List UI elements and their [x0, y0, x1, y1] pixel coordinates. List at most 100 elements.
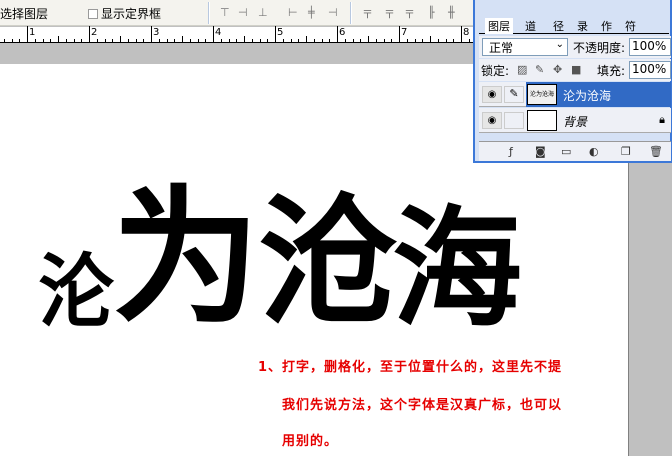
ruler-tick [282, 39, 284, 42]
ruler-tick [352, 39, 354, 42]
brush-icon: ✎ [504, 86, 524, 103]
ruler-tick [27, 26, 28, 42]
ruler-tick [120, 36, 121, 42]
ruler-tick [19, 39, 21, 42]
ruler-tick [81, 39, 83, 42]
eye-icon[interactable]: ◉ [482, 86, 502, 103]
show-bounds-checkbox[interactable]: 显示定界框 [88, 5, 161, 22]
align-vcenter-icon[interactable]: ⊣ [238, 6, 249, 19]
tab-paths[interactable]: 径 [553, 18, 564, 34]
ruler-tick [205, 39, 207, 42]
ruler-tick [406, 39, 408, 42]
char-cang: 沧 [258, 182, 399, 345]
char-hai: 海 [392, 193, 523, 345]
ruler-tick [244, 36, 245, 42]
distribute-hcenter-icon[interactable]: ╫ [448, 6, 456, 19]
ruler-tick [414, 39, 416, 42]
ruler-tick [127, 39, 129, 42]
distribute-left-icon[interactable]: ╟ [428, 6, 436, 19]
ruler-label: 7 [401, 27, 408, 38]
layer-row-background[interactable]: ◉ 背景 🔒︎ [479, 108, 671, 133]
ruler-tick [445, 39, 447, 42]
tab-channels[interactable]: 道 [525, 18, 536, 34]
blend-row: 正常 ⌄ 不透明度: 100% [479, 36, 671, 58]
char-lun: 沦 [38, 244, 114, 339]
chevron-down-icon: ⌄ [555, 39, 564, 50]
ruler-label: 3 [153, 27, 160, 38]
divider [208, 2, 210, 24]
ruler-tick [290, 39, 292, 42]
note-line: 1、打字，删格化，至于位置什么的，这里先不提 [258, 360, 563, 375]
ruler-tick [158, 39, 160, 42]
ruler-tick [182, 36, 183, 42]
ruler-tick [236, 39, 238, 42]
layers-panel: 图层 道 径 录 作 符 正常 ⌄ 不透明度: 100% 锁定: ▨ ✎ ✥ ■ … [473, 0, 672, 163]
divider [350, 2, 352, 24]
ruler-tick [112, 39, 114, 42]
layer-style-icon[interactable]: ƒ [509, 145, 513, 158]
layer-thumbnail [527, 110, 557, 131]
ruler-tick [104, 39, 106, 42]
folder-icon[interactable]: ▭ [561, 145, 571, 158]
align-bottom-icon[interactable]: ⊥ [258, 6, 269, 19]
lock-all-icon[interactable]: ■ [571, 63, 581, 76]
ruler-label: 4 [215, 27, 222, 38]
ruler-tick [151, 26, 152, 42]
blend-mode-select[interactable]: 正常 ⌄ [482, 38, 568, 56]
ruler-tick [34, 39, 36, 42]
ruler-tick [174, 39, 176, 42]
tab-character[interactable]: 符 [625, 18, 636, 34]
new-layer-icon[interactable]: ❐ [621, 145, 631, 158]
trash-icon[interactable]: 🗑︎ [649, 145, 663, 158]
ruler-tick [313, 39, 315, 42]
ruler-tick [65, 39, 67, 42]
mask-icon[interactable]: ◙ [535, 145, 546, 158]
blend-mode-value: 正常 [489, 41, 514, 55]
ruler-tick [468, 39, 470, 42]
lock-paint-icon[interactable]: ✎ [535, 63, 544, 76]
fill-label: 填充: [597, 64, 626, 78]
ruler-tick [306, 36, 307, 42]
lock-move-icon[interactable]: ✥ [553, 63, 562, 76]
ruler-tick [197, 39, 199, 42]
ruler-tick [267, 39, 269, 42]
lock-label: 锁定: [481, 64, 510, 78]
lock-transparency-icon[interactable]: ▨ [517, 63, 527, 76]
ruler-tick [166, 39, 168, 42]
ruler-tick [11, 39, 13, 42]
ruler-tick [453, 39, 455, 42]
distribute-bottom-icon[interactable]: 〒 [404, 6, 416, 22]
lock-icon: 🔒︎ [659, 113, 665, 126]
note-line: 我们先说方法，这个字体是汉真广标，也可以 [282, 398, 563, 413]
panel-tabs: 图层 道 径 录 作 符 [479, 16, 669, 34]
ruler-tick [337, 26, 338, 42]
opacity-input[interactable]: 100% [629, 38, 671, 56]
char-wei: 为 [112, 172, 260, 344]
panel-bottom-bar: ƒ ◙ ▭ ◐ ❐ 🗑︎ [479, 141, 671, 161]
ruler-tick [189, 39, 191, 42]
align-left-icon[interactable]: ⊢ [288, 6, 299, 19]
distribute-top-icon[interactable]: 〒 [362, 6, 374, 22]
tab-actions[interactable]: 作 [601, 18, 612, 34]
adjustment-layer-icon[interactable]: ◐ [589, 145, 599, 158]
ruler-tick [461, 26, 462, 42]
ruler-label: 6 [339, 27, 346, 38]
ruler-tick [251, 39, 253, 42]
fill-input[interactable]: 100% [629, 61, 671, 79]
ruler-tick [96, 39, 98, 42]
align-right-icon[interactable]: ⊣ [328, 6, 339, 19]
checkbox-icon[interactable] [88, 9, 98, 19]
distribute-vcenter-icon[interactable]: 〒 [384, 6, 396, 22]
ruler-tick [275, 26, 276, 42]
layer-row-text[interactable]: ◉ ✎ 沦为沧海 沦为沧海 [479, 82, 671, 107]
ruler-tick [135, 39, 137, 42]
tab-history[interactable]: 录 [577, 18, 588, 34]
ruler-tick [368, 36, 369, 42]
align-hcenter-icon[interactable]: ╪ [308, 6, 316, 19]
align-top-icon[interactable]: ⊤ [220, 6, 231, 19]
eye-icon[interactable]: ◉ [482, 112, 502, 129]
ruler-tick [329, 39, 331, 42]
ruler-tick [58, 36, 59, 42]
ruler-tick [73, 39, 75, 42]
tab-layers[interactable]: 图层 [485, 18, 513, 34]
